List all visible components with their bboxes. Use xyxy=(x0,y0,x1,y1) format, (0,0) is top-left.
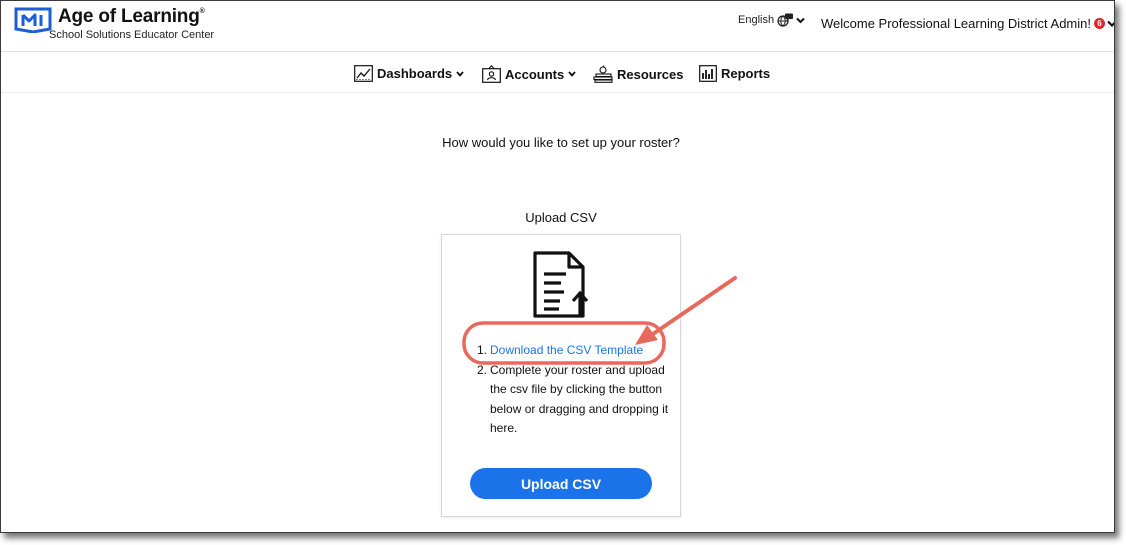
roster-setup-question: How would you like to set up your roster… xyxy=(442,135,680,150)
chevron-down-icon xyxy=(456,70,464,77)
chevron-down-icon xyxy=(1107,20,1114,27)
main-nav: Dashboards Accounts Resources Reports xyxy=(1,52,1114,93)
upload-section-title: Upload CSV xyxy=(525,210,597,225)
step-item: 2. Complete your roster and upload the c… xyxy=(477,361,677,439)
bar-chart-icon xyxy=(699,65,717,82)
globe-chat-icon xyxy=(777,13,794,27)
chevron-down-icon xyxy=(796,17,805,23)
welcome-text: Welcome Professional Learning District A… xyxy=(821,16,1091,31)
upload-csv-card[interactable]: 1. Download the CSV Template 2. Complete… xyxy=(441,234,681,517)
document-upload-icon xyxy=(533,251,589,318)
step-text: Complete your roster and upload the csv … xyxy=(490,362,669,436)
chevron-down-icon xyxy=(568,71,576,77)
language-label: English xyxy=(738,14,775,26)
nav-accounts-label: Accounts xyxy=(505,66,565,82)
language-selector[interactable]: English xyxy=(738,13,805,27)
nav-accounts[interactable]: Accounts xyxy=(482,65,576,83)
app-window: Age of Learning® School Solutions Educat… xyxy=(0,0,1115,533)
nav-dashboards-label: Dashboards xyxy=(377,66,453,81)
nav-dashboards[interactable]: Dashboards xyxy=(354,65,464,82)
notification-badge[interactable]: 6 xyxy=(1094,18,1105,29)
upload-csv-button[interactable]: Upload CSV xyxy=(470,468,652,499)
id-card-icon xyxy=(482,65,501,83)
nav-resources-label: Resources xyxy=(617,66,684,82)
step-number: 1. xyxy=(477,343,488,357)
chart-line-icon xyxy=(354,65,373,82)
step-number: 2. xyxy=(477,362,488,377)
nav-reports[interactable]: Reports xyxy=(699,65,770,82)
nav-reports-label: Reports xyxy=(721,66,771,81)
upload-steps: 1. Download the CSV Template 2. Complete… xyxy=(477,341,677,439)
step-item: 1. Download the CSV Template xyxy=(477,341,677,361)
download-csv-template-link[interactable]: Download the CSV Template xyxy=(490,341,643,361)
age-of-learning-logo-icon[interactable] xyxy=(14,7,52,33)
user-menu[interactable]: Welcome Professional Learning District A… xyxy=(821,16,1114,31)
nav-resources[interactable]: Resources xyxy=(593,65,683,83)
brand-title: Age of Learning® xyxy=(58,6,205,27)
brand-subtitle: School Solutions Educator Center xyxy=(49,29,215,41)
books-apple-icon xyxy=(593,65,613,83)
top-header: Age of Learning® School Solutions Educat… xyxy=(1,1,1114,52)
